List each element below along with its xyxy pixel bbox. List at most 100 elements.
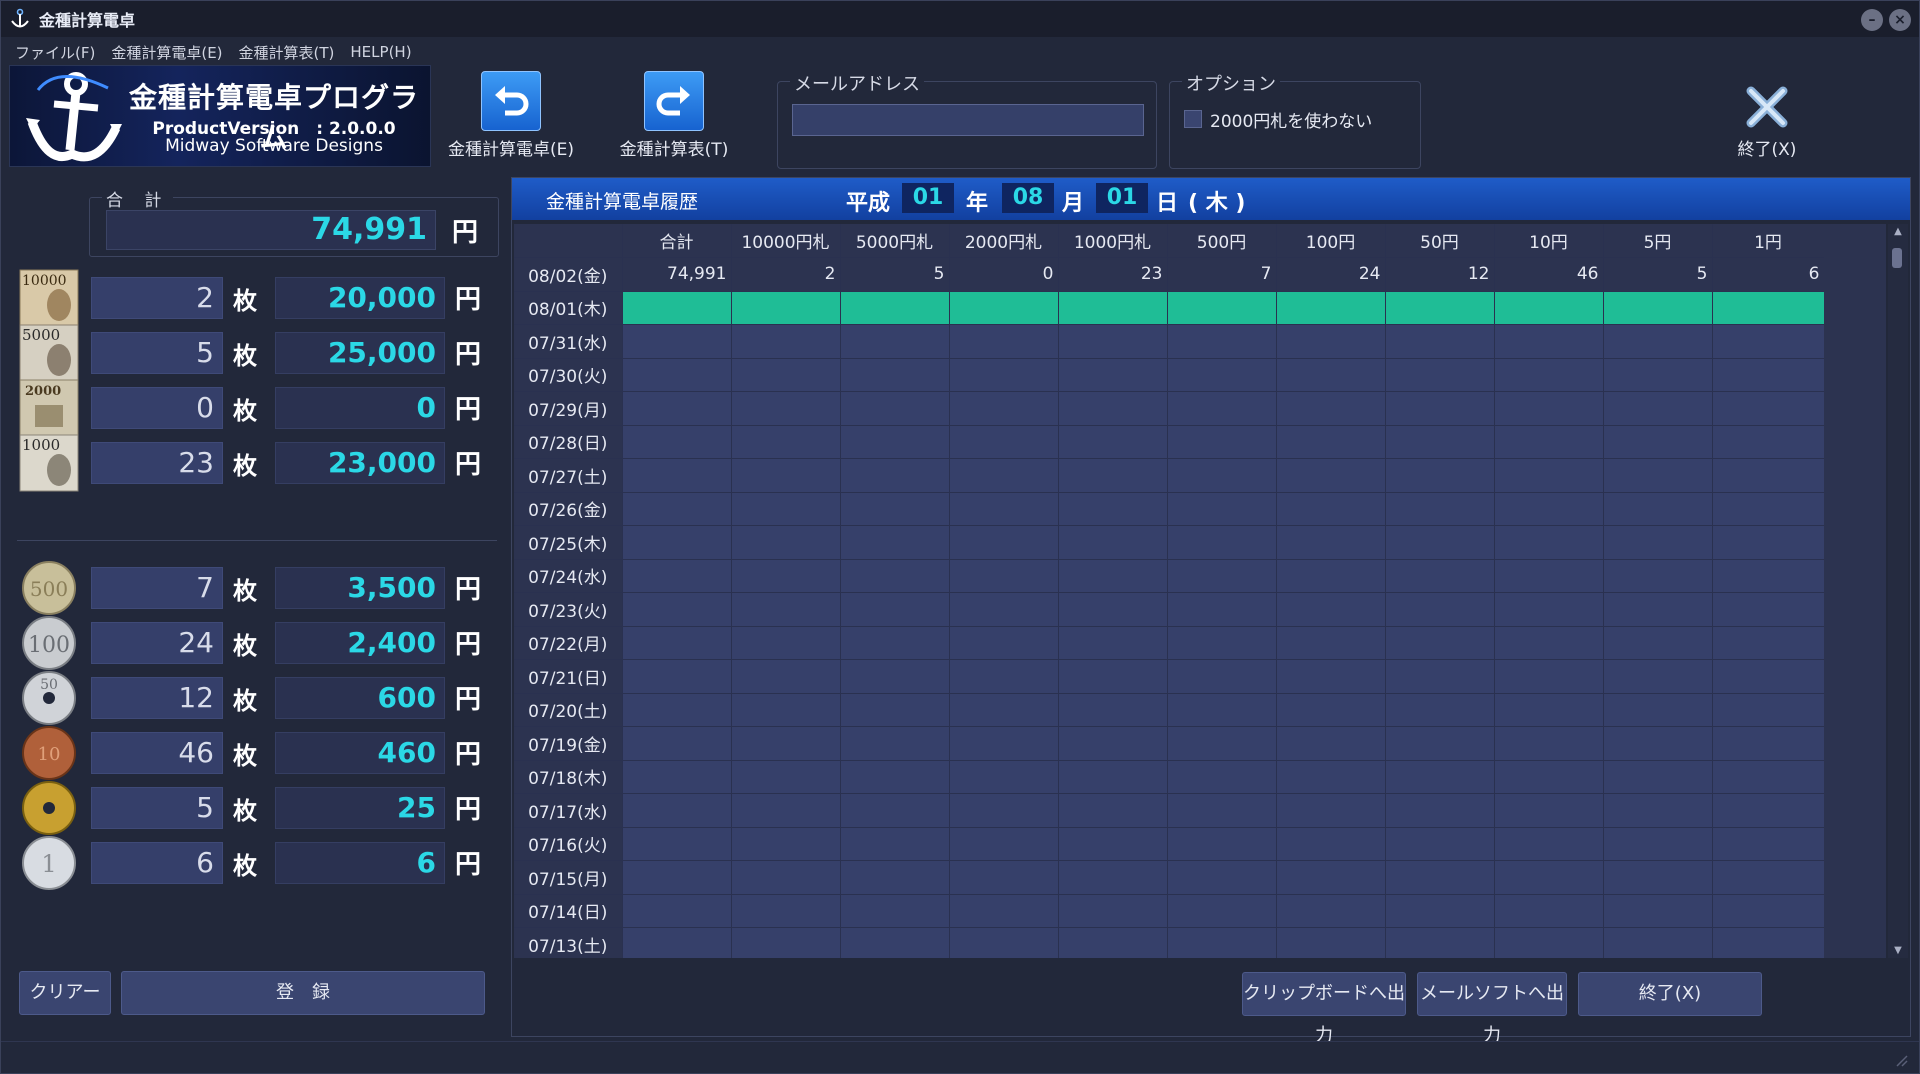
history-cell[interactable] — [840, 324, 950, 359]
header-column[interactable]: 5000円札 — [840, 224, 950, 258]
history-cell[interactable] — [1058, 760, 1168, 794]
history-cell[interactable] — [949, 492, 1059, 526]
history-cell[interactable] — [949, 458, 1059, 493]
history-cell[interactable] — [1494, 592, 1604, 627]
history-cell[interactable] — [1058, 894, 1168, 928]
menu-calculator[interactable]: 金種計算電卓(E) — [111, 42, 222, 63]
history-cell[interactable] — [1385, 391, 1495, 426]
history-cell[interactable] — [622, 324, 732, 359]
history-cell[interactable] — [1494, 659, 1604, 694]
history-cell[interactable] — [949, 291, 1059, 325]
history-cell[interactable] — [840, 726, 950, 761]
count-input-10000[interactable]: 2 — [91, 277, 223, 319]
history-cell[interactable] — [949, 827, 1059, 861]
history-cell[interactable] — [1167, 726, 1277, 761]
history-cell[interactable] — [622, 927, 732, 958]
history-cell[interactable] — [949, 559, 1059, 593]
history-cell[interactable] — [622, 827, 732, 861]
history-cell[interactable] — [731, 492, 841, 526]
history-row-date[interactable]: 07/28(日) — [514, 425, 623, 459]
mailsoft-export-button[interactable]: メールソフトへ出力 — [1417, 972, 1567, 1046]
history-row-date[interactable]: 07/25(木) — [514, 525, 623, 560]
history-cell[interactable] — [1494, 525, 1604, 560]
history-row-date[interactable]: 07/15(月) — [514, 860, 623, 895]
history-cell[interactable] — [622, 291, 732, 325]
history-cell[interactable] — [1276, 659, 1386, 694]
history-cell[interactable] — [622, 492, 732, 526]
history-cell[interactable] — [840, 894, 950, 928]
count-input-1[interactable]: 6 — [91, 842, 223, 884]
count-input-1000[interactable]: 23 — [91, 442, 223, 484]
history-cell[interactable]: 6 — [1712, 257, 1825, 292]
history-cell[interactable] — [1058, 559, 1168, 593]
history-cell[interactable] — [840, 693, 950, 727]
history-cell[interactable] — [1167, 492, 1277, 526]
history-cell[interactable] — [622, 894, 732, 928]
resize-grip-icon[interactable] — [1893, 1052, 1909, 1068]
scroll-thumb[interactable] — [1892, 248, 1902, 268]
history-cell[interactable] — [622, 726, 732, 761]
history-cell[interactable] — [1058, 492, 1168, 526]
history-cell[interactable] — [1276, 391, 1386, 426]
history-row-date[interactable]: 07/27(土) — [514, 458, 623, 493]
history-cell[interactable]: 12 — [1385, 257, 1495, 292]
count-input-2000[interactable]: 0 — [91, 387, 223, 429]
history-cell[interactable] — [1058, 291, 1168, 325]
count-input-500[interactable]: 7 — [91, 567, 223, 609]
history-cell[interactable] — [949, 927, 1059, 958]
history-cell[interactable] — [1712, 391, 1825, 426]
history-cell[interactable] — [1603, 760, 1713, 794]
history-row[interactable]: 07/28(日) — [514, 425, 1825, 459]
history-row-date[interactable]: 07/21(日) — [514, 659, 623, 694]
history-cell[interactable]: 23 — [1058, 257, 1168, 292]
history-cell[interactable] — [1494, 894, 1604, 928]
history-cell[interactable] — [1603, 827, 1713, 861]
history-cell[interactable] — [1058, 324, 1168, 359]
history-cell[interactable] — [731, 659, 841, 694]
history-cell[interactable] — [1276, 425, 1386, 459]
history-cell[interactable] — [1712, 726, 1825, 761]
history-row-date[interactable]: 07/22(月) — [514, 626, 623, 660]
history-cell[interactable] — [622, 592, 732, 627]
history-row-date[interactable]: 07/26(金) — [514, 492, 623, 526]
history-cell[interactable] — [1712, 425, 1825, 459]
history-cell[interactable] — [949, 592, 1059, 627]
history-row[interactable]: 07/26(金) — [514, 492, 1825, 526]
history-cell[interactable] — [1276, 492, 1386, 526]
history-cell[interactable] — [1603, 358, 1713, 392]
history-cell[interactable] — [731, 927, 841, 958]
history-row-date[interactable]: 07/13(土) — [514, 927, 623, 958]
count-input-50[interactable]: 12 — [91, 677, 223, 719]
history-cell[interactable] — [622, 860, 732, 895]
history-row-date[interactable]: 07/23(火) — [514, 592, 623, 627]
history-cell[interactable] — [1603, 324, 1713, 359]
history-row-date[interactable]: 07/16(火) — [514, 827, 623, 861]
history-cell[interactable] — [1167, 927, 1277, 958]
history-cell[interactable] — [1712, 894, 1825, 928]
history-cell[interactable] — [731, 894, 841, 928]
scroll-down-arrow-icon[interactable]: ▼ — [1888, 945, 1908, 956]
history-cell[interactable] — [949, 760, 1059, 794]
history-cell[interactable] — [1603, 391, 1713, 426]
table-toolbar-button[interactable]: 金種計算表(T) — [609, 69, 739, 169]
history-cell[interactable] — [1712, 760, 1825, 794]
history-cell[interactable] — [1058, 659, 1168, 694]
history-cell[interactable] — [731, 291, 841, 325]
history-cell[interactable] — [1603, 726, 1713, 761]
history-row[interactable]: 07/30(火) — [514, 358, 1825, 392]
count-input-5[interactable]: 5 — [91, 787, 223, 829]
count-input-10[interactable]: 46 — [91, 732, 223, 774]
history-cell[interactable] — [1712, 324, 1825, 359]
history-cell[interactable] — [1058, 425, 1168, 459]
history-row[interactable]: 07/27(土) — [514, 458, 1825, 493]
history-row-date[interactable]: 07/29(月) — [514, 391, 623, 426]
no-2000-yen-checkbox[interactable] — [1184, 110, 1202, 128]
history-cell[interactable] — [1276, 559, 1386, 593]
history-cell[interactable] — [1058, 693, 1168, 727]
history-cell[interactable] — [1276, 358, 1386, 392]
history-cell[interactable] — [949, 793, 1059, 828]
history-cell[interactable] — [1276, 793, 1386, 828]
history-cell[interactable] — [1167, 425, 1277, 459]
header-column[interactable]: 2000円札 — [949, 224, 1059, 258]
history-cell[interactable] — [1385, 592, 1495, 627]
